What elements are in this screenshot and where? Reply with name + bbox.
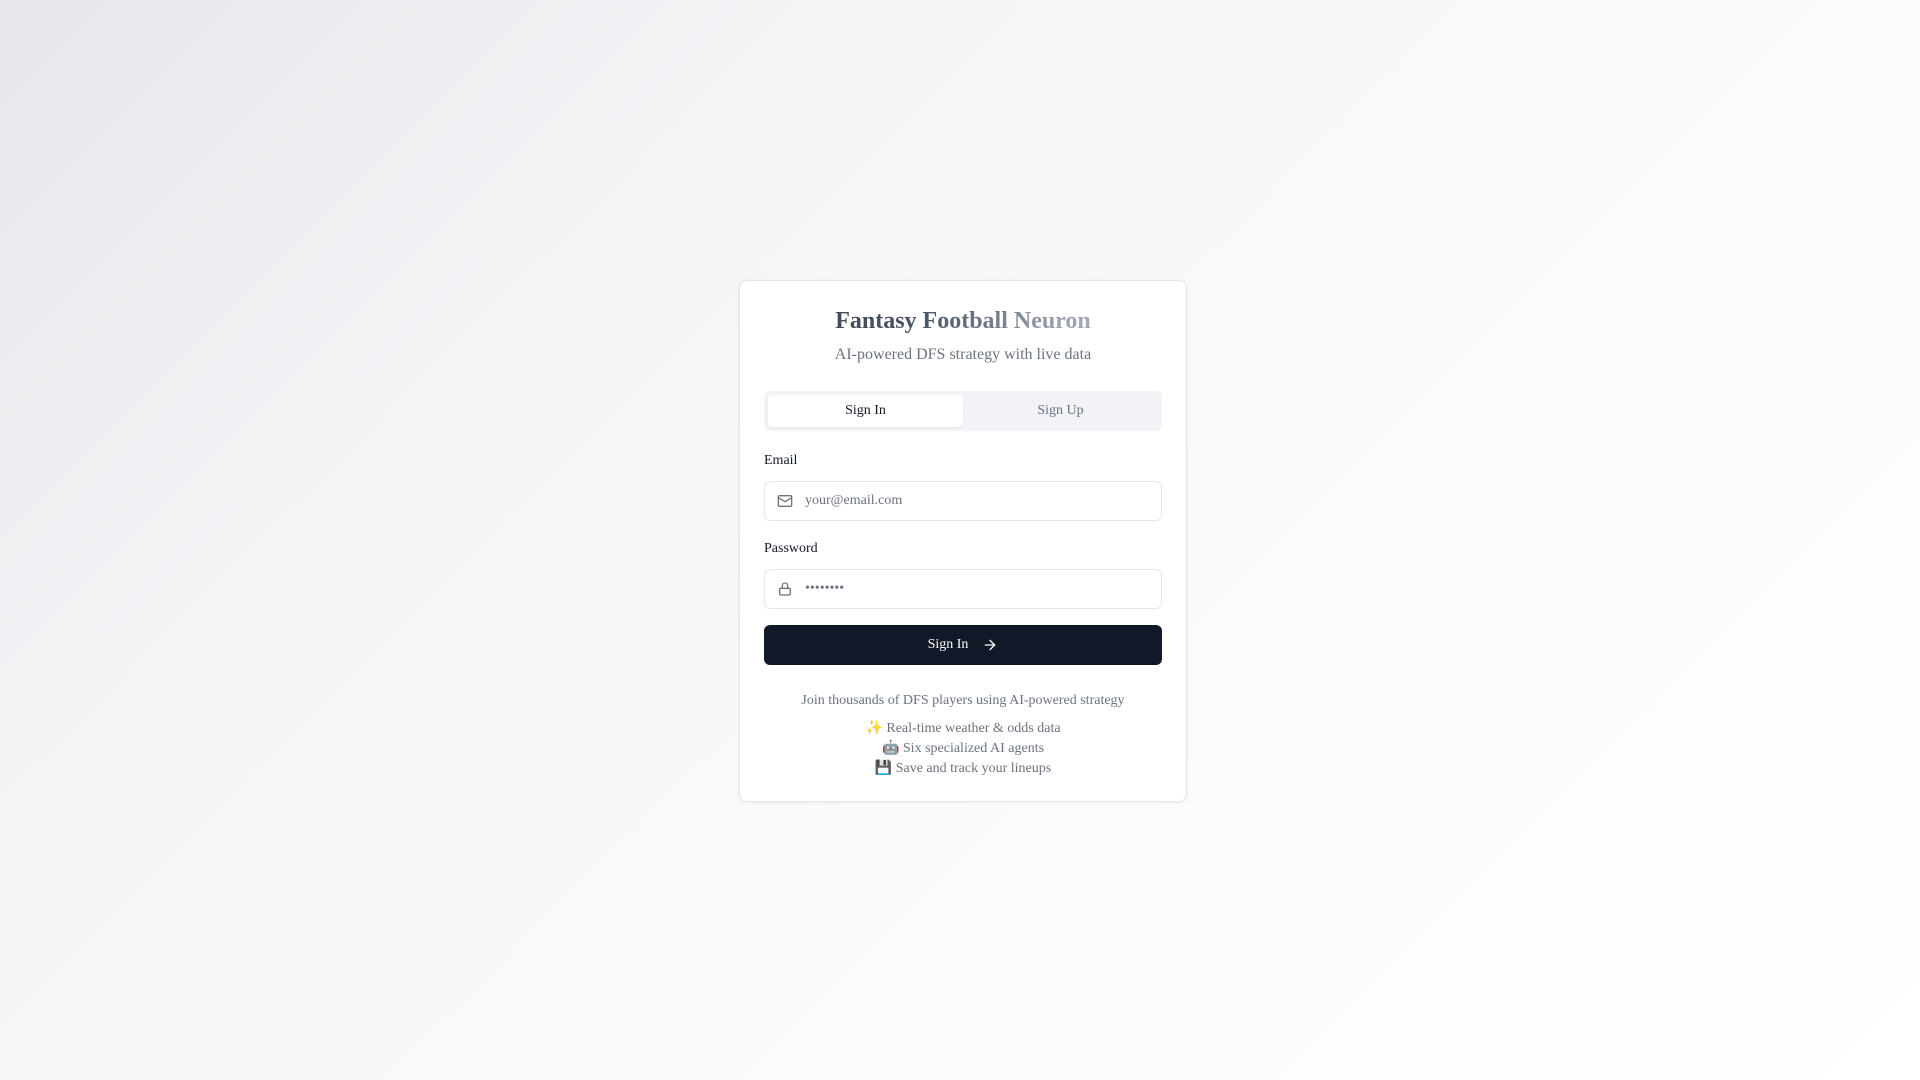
email-input-wrapper [764, 481, 1162, 521]
password-input[interactable] [805, 571, 1161, 607]
password-input-wrapper [764, 569, 1162, 609]
tab-sign-up[interactable]: Sign Up [963, 395, 1158, 427]
password-label: Password [764, 541, 818, 556]
email-label: Email [764, 453, 798, 468]
app-title: Fantasy Football Neuron [764, 305, 1162, 337]
sign-in-button-label: Sign In [927, 637, 969, 652]
mail-icon [777, 493, 793, 509]
join-text: Join thousands of DFS players using AI-p… [801, 693, 1125, 708]
arrow-right-icon [982, 637, 998, 653]
feature-item-agents: 🤖 Six specialized AI agents [881, 741, 1045, 756]
email-input[interactable] [805, 483, 1161, 519]
auth-tabs: Sign In Sign Up [764, 391, 1162, 431]
lock-icon [777, 581, 793, 597]
page-background: Fantasy Football Neuron AI-powered DFS s… [0, 0, 1920, 1080]
tab-sign-in[interactable]: Sign In [768, 395, 963, 427]
feature-list: ✨ Real-time weather & odds data 🤖 Six sp… [764, 719, 1162, 779]
sign-in-button[interactable]: Sign In [764, 625, 1162, 665]
auth-card: Fantasy Football Neuron AI-powered DFS s… [739, 280, 1187, 802]
feature-item-weather: ✨ Real-time weather & odds data [865, 721, 1061, 736]
feature-item-lineups: 💾 Save and track your lineups [874, 761, 1052, 776]
app-subtitle: AI-powered DFS strategy with live data [834, 346, 1092, 363]
